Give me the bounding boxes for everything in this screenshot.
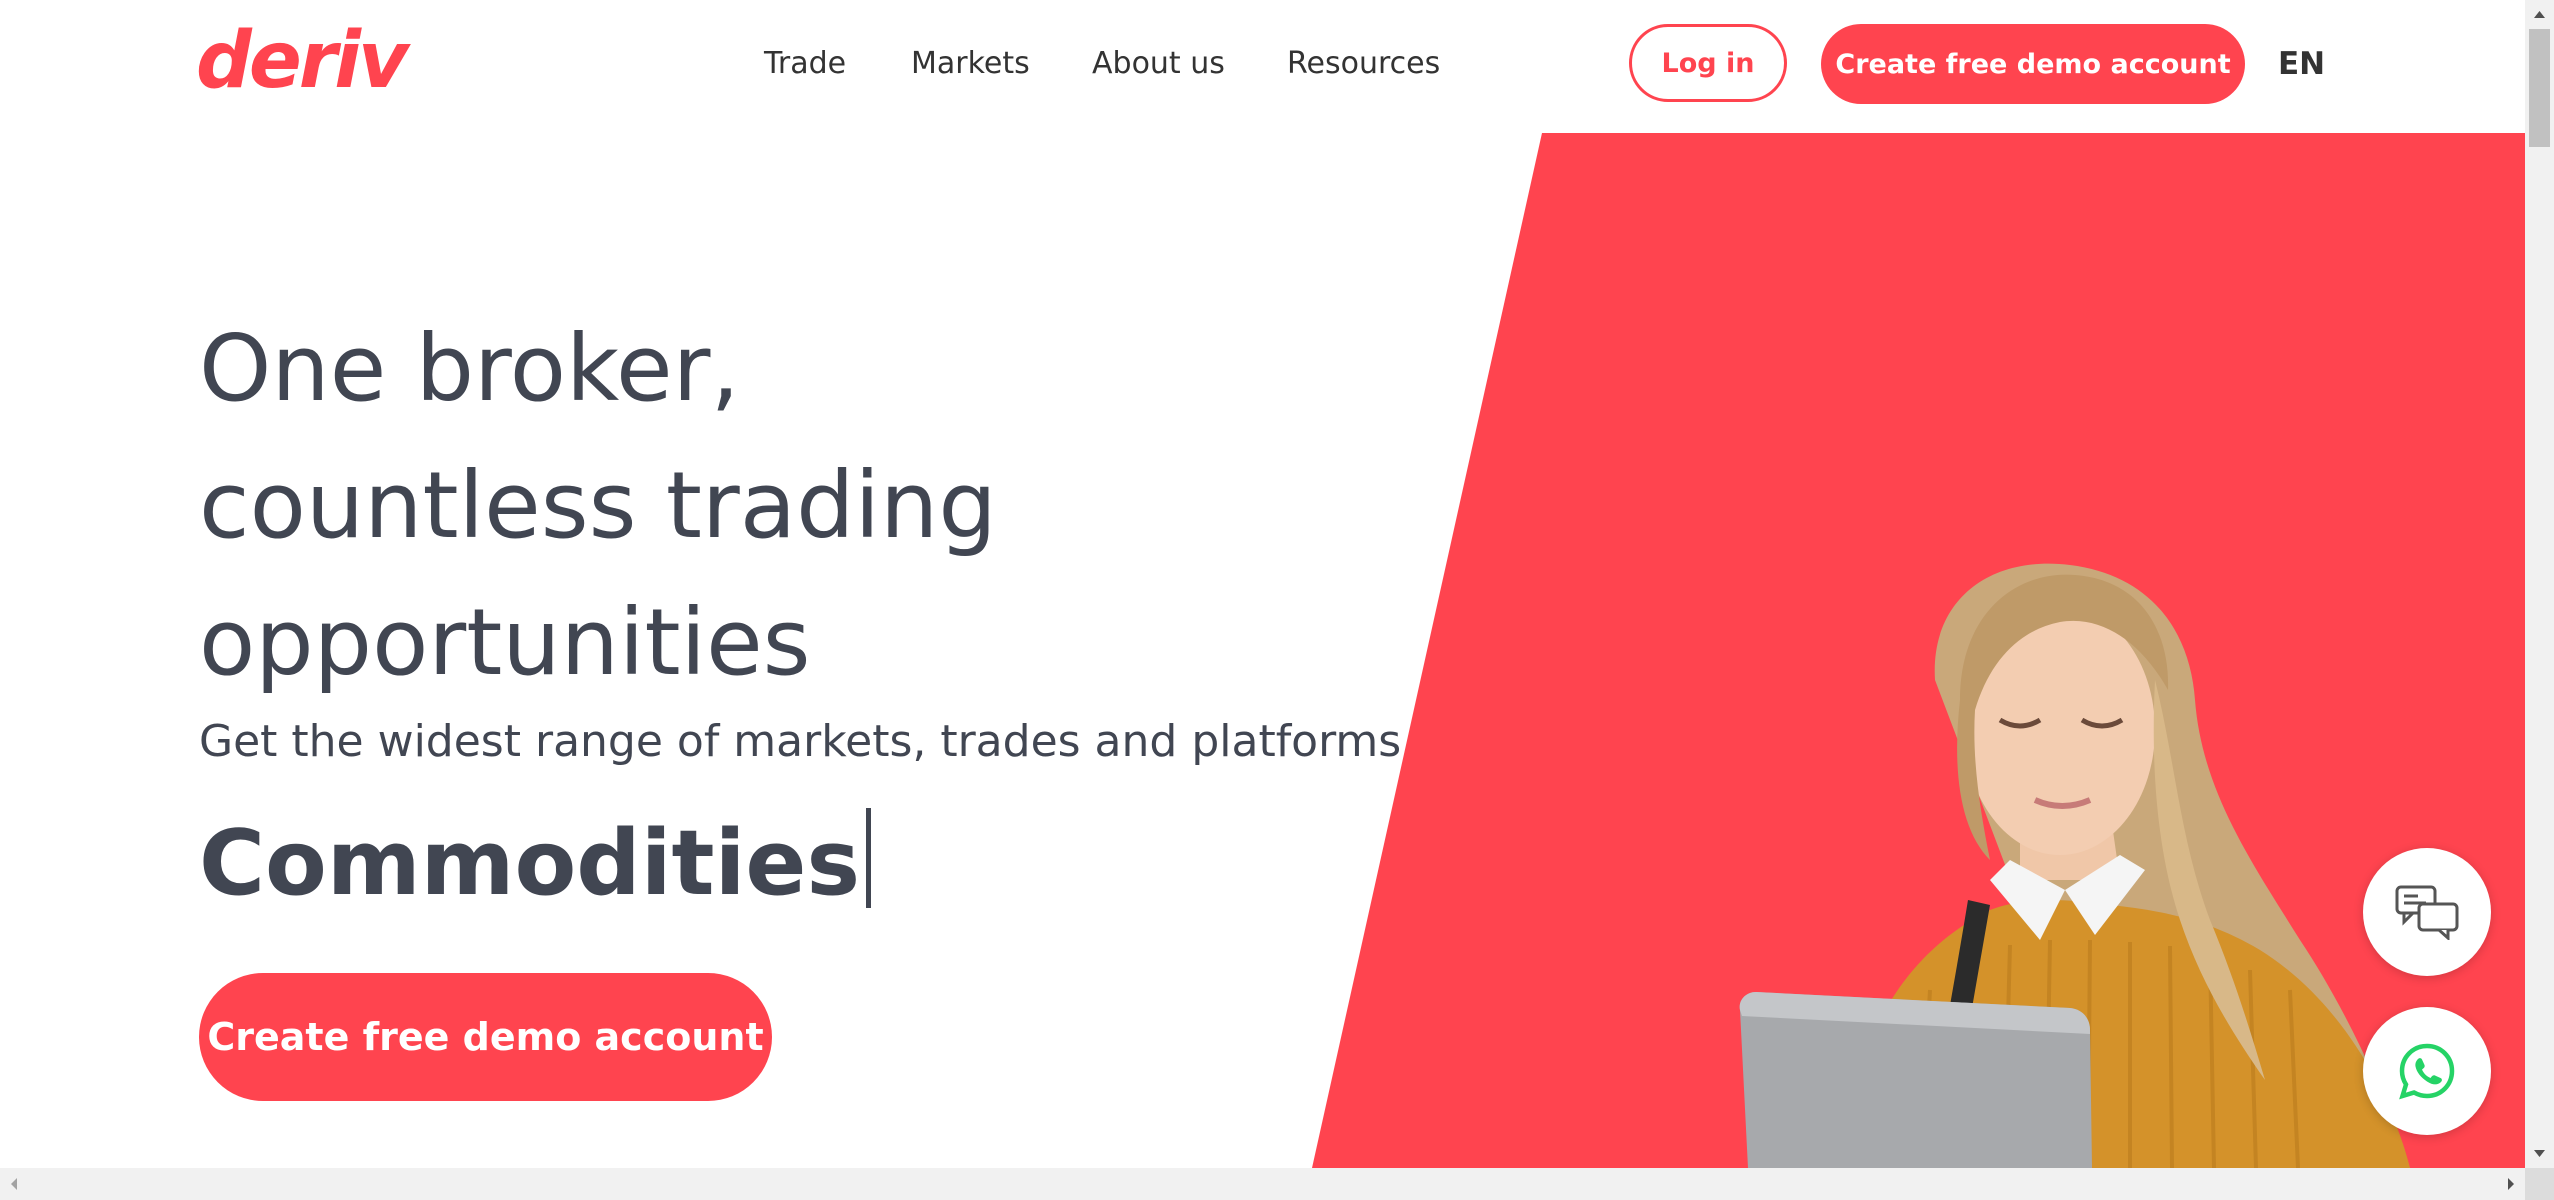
- nav-item-markets[interactable]: Markets: [911, 42, 1030, 86]
- whatsapp-button[interactable]: [2363, 1007, 2491, 1135]
- scroll-right-arrow-icon[interactable]: [2496, 1168, 2525, 1200]
- nav-item-about-us[interactable]: About us: [1092, 42, 1225, 86]
- hero-subtitle: Get the widest range of markets, trades …: [199, 716, 1402, 767]
- text-caret: [866, 808, 872, 908]
- nav-item-resources[interactable]: Resources: [1287, 42, 1440, 86]
- deriv-logo[interactable]: deriv: [196, 22, 409, 100]
- headline-line-2: countless trading: [199, 452, 997, 559]
- scrollbar-corner: [2525, 1168, 2554, 1200]
- live-chat-button[interactable]: [2363, 848, 2491, 976]
- page: deriv Trade Markets About us Resources L…: [0, 0, 2554, 1200]
- nav-item-trade[interactable]: Trade: [764, 42, 846, 86]
- vertical-scrollbar[interactable]: [2525, 0, 2554, 1168]
- typed-market-text: Commodities: [199, 806, 872, 922]
- scroll-left-arrow-icon[interactable]: [0, 1168, 29, 1200]
- header-create-demo-account-button[interactable]: Create free demo account: [1821, 24, 2245, 104]
- scroll-up-arrow-icon[interactable]: [2525, 0, 2554, 29]
- chat-bubbles-icon: [2395, 885, 2459, 940]
- whatsapp-icon: [2399, 1043, 2455, 1100]
- hero-headline: One broker, countless trading opportunit…: [199, 300, 997, 711]
- scroll-down-arrow-icon[interactable]: [2525, 1139, 2554, 1168]
- horizontal-scrollbar[interactable]: [0, 1168, 2525, 1200]
- headline-line-3: opportunities: [199, 589, 811, 696]
- site-header: deriv Trade Markets About us Resources L…: [0, 0, 2525, 133]
- hero-create-demo-account-button[interactable]: Create free demo account: [199, 973, 772, 1101]
- login-button[interactable]: Log in: [1629, 24, 1787, 102]
- headline-line-1: One broker,: [199, 315, 740, 422]
- language-selector[interactable]: EN: [2278, 42, 2325, 86]
- typed-word: Commodities: [199, 811, 861, 916]
- vertical-scrollbar-thumb[interactable]: [2529, 29, 2550, 147]
- hero-woman-image: [1739, 563, 2410, 1168]
